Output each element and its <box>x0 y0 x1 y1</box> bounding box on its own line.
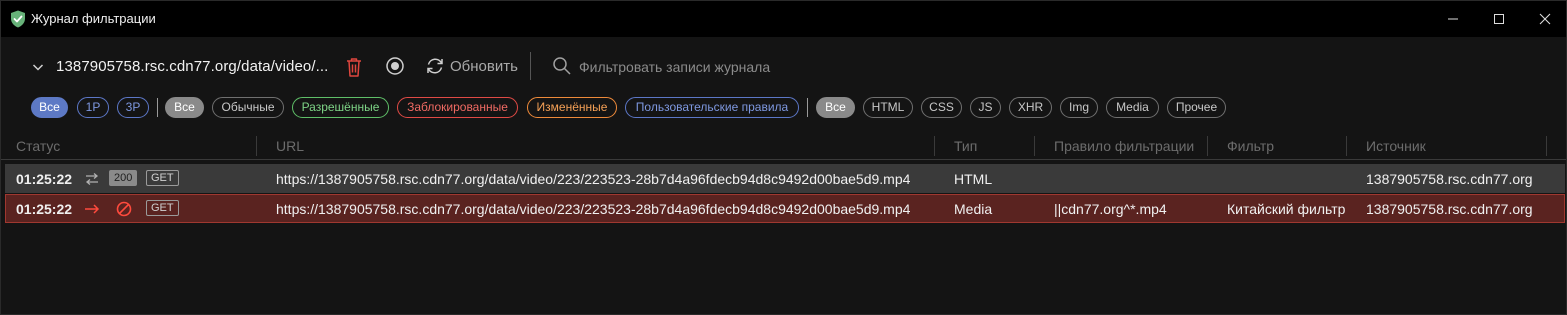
chip-type-js[interactable]: JS <box>970 97 1001 118</box>
blocked-icon <box>116 201 132 217</box>
column-rule[interactable]: Правило фильтрации <box>1054 138 1194 154</box>
chip-divider <box>807 98 808 117</box>
chip-kind-user-rules[interactable]: Пользовательские правила <box>625 97 799 118</box>
chip-type-img[interactable]: Img <box>1060 97 1098 118</box>
chip-party-all[interactable]: Все <box>31 97 68 118</box>
redirect-arrows-icon <box>85 173 99 185</box>
title-bar: Журнал фильтрации <box>1 1 1566 37</box>
trash-icon[interactable] <box>344 56 364 78</box>
toolbar: 1387905758.rsc.cdn77.org/data/video/... … <box>1 37 1566 97</box>
column-divider[interactable] <box>1207 136 1208 156</box>
shield-check-icon <box>11 10 25 28</box>
chip-type-xhr[interactable]: XHR <box>1009 97 1052 118</box>
chip-type-css[interactable]: CSS <box>921 97 962 118</box>
filter-bar: Все 1P 3P Все Обычные Разрешённые Заблок… <box>1 97 1566 119</box>
window-title: Журнал фильтрации <box>31 11 156 26</box>
row-rule: ||cdn77.org^*.mp4 <box>1054 201 1167 217</box>
chip-type-html[interactable]: HTML <box>863 97 913 118</box>
table-row[interactable]: 01:25:22 GET https://1387905758.rsc.cdn7… <box>5 194 1565 223</box>
table-row[interactable]: 01:25:22 200 GET https://1387905758.rsc.… <box>5 164 1565 193</box>
chip-party-3p[interactable]: 3P <box>117 97 149 118</box>
row-url: https://1387905758.rsc.cdn77.org/data/vi… <box>276 201 911 217</box>
column-filter[interactable]: Фильтр <box>1227 138 1274 154</box>
chip-kind-blocked[interactable]: Заблокированные <box>397 97 518 118</box>
refresh-button[interactable]: Обновить <box>450 58 518 75</box>
chip-type-all[interactable]: Все <box>816 97 855 118</box>
column-divider[interactable] <box>1034 136 1035 156</box>
column-source[interactable]: Источник <box>1366 138 1426 154</box>
method-badge: GET <box>146 200 179 216</box>
status-code-badge: 200 <box>109 170 138 186</box>
chip-party-1p[interactable]: 1P <box>77 97 109 118</box>
chevron-down-icon[interactable] <box>31 60 45 74</box>
method-badge: GET <box>146 170 179 186</box>
row-time: 01:25:22 <box>16 201 73 217</box>
row-source: 1387905758.rsc.cdn77.org <box>1366 201 1533 217</box>
minimize-button[interactable] <box>1430 1 1476 37</box>
page-url-selector[interactable]: 1387905758.rsc.cdn77.org/data/video/... <box>56 58 328 75</box>
row-filter: Китайский фильтр <box>1227 201 1346 217</box>
search-icon <box>553 57 571 75</box>
row-type: Media <box>954 201 993 217</box>
record-icon[interactable] <box>385 56 405 76</box>
close-icon <box>1539 13 1551 25</box>
maximize-icon <box>1494 14 1504 24</box>
toolbar-divider <box>530 52 531 80</box>
column-divider[interactable] <box>934 136 935 156</box>
filtering-log-window: Журнал фильтрации 1387905758.rsc.cdn77.o… <box>0 0 1567 315</box>
chip-divider <box>157 98 158 117</box>
chip-kind-regular[interactable]: Обычные <box>212 97 284 118</box>
chip-type-media[interactable]: Media <box>1106 97 1159 118</box>
column-divider[interactable] <box>1546 136 1547 156</box>
chip-kind-modified[interactable]: Изменённые <box>527 97 617 118</box>
chip-type-other[interactable]: Прочее <box>1167 97 1226 118</box>
chip-kind-all[interactable]: Все <box>165 97 204 118</box>
minimize-icon <box>1448 18 1458 20</box>
column-divider[interactable] <box>256 136 257 156</box>
column-url[interactable]: URL <box>276 138 304 154</box>
row-url: https://1387905758.rsc.cdn77.org/data/vi… <box>276 171 911 187</box>
close-button[interactable] <box>1522 1 1567 37</box>
search-input[interactable] <box>579 54 899 80</box>
column-divider[interactable] <box>1346 136 1347 156</box>
column-status[interactable]: Статус <box>16 138 60 154</box>
arrow-right-icon <box>85 204 100 214</box>
table-header: Статус URL Тип Правило фильтрации Фильтр… <box>1 134 1566 160</box>
column-type[interactable]: Тип <box>954 138 977 154</box>
maximize-button[interactable] <box>1476 1 1522 37</box>
chip-kind-allowed[interactable]: Разрешённые <box>292 97 389 118</box>
row-type: HTML <box>954 171 993 187</box>
row-time: 01:25:22 <box>16 171 73 187</box>
refresh-icon[interactable] <box>424 55 446 77</box>
row-source: 1387905758.rsc.cdn77.org <box>1366 171 1533 187</box>
